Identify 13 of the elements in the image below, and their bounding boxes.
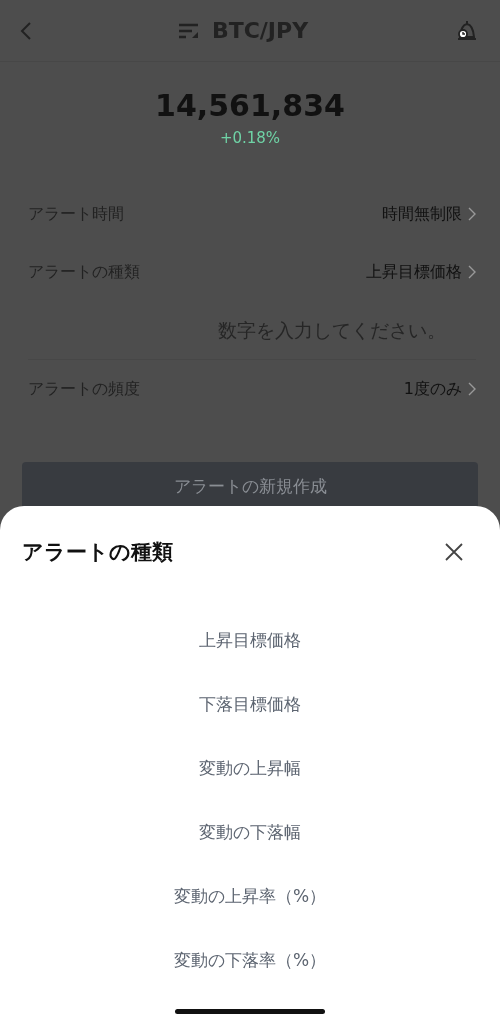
- alert-type-option[interactable]: 下落目標価格: [199, 672, 301, 736]
- alert-type-option[interactable]: 変動の下落幅: [199, 800, 301, 864]
- alert-type-option[interactable]: 変動の上昇率（%）: [173, 864, 327, 928]
- alert-type-option[interactable]: 変動の下落率（%）: [173, 928, 327, 992]
- alert-type-option[interactable]: 変動の上昇幅: [199, 736, 301, 800]
- chevron-icon: [468, 265, 476, 279]
- alert-type-option[interactable]: 上昇目標価格: [199, 608, 301, 672]
- close-icon[interactable]: [444, 542, 464, 562]
- chevron-icon: [468, 382, 476, 396]
- price-value: 14,561,834: [155, 88, 345, 123]
- chevron-icon: [468, 207, 476, 221]
- sheet-title: アラートの種類: [22, 539, 173, 566]
- price-change: +0.18%: [219, 129, 281, 147]
